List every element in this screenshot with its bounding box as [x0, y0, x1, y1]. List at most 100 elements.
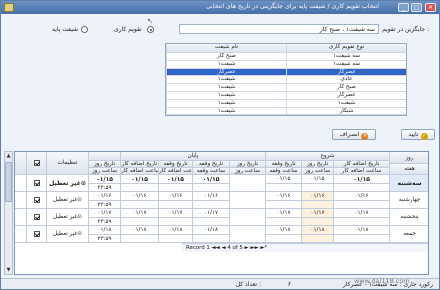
row-select-cell[interactable]: [27, 209, 47, 226]
end-time-cell[interactable]: [121, 201, 159, 209]
row-checkbox[interactable]: [33, 213, 40, 220]
end-value-cell[interactable]: ۰۱/۱۸: [121, 226, 159, 235]
base-shift-radio[interactable]: [81, 26, 88, 33]
maximize-button[interactable]: □: [411, 3, 422, 12]
end-time-cell[interactable]: [121, 184, 159, 192]
start-value-cell[interactable]: ۰۱/۱۷: [334, 209, 390, 218]
row-select-cell[interactable]: [27, 192, 47, 209]
start-time-cell[interactable]: [302, 201, 334, 209]
start-time-cell[interactable]: [302, 184, 334, 192]
record-navigator[interactable]: Record 1 ◄◄ ◄ 4 of 5 ► ►► ►*: [182, 243, 428, 252]
row-checkbox[interactable]: [33, 230, 40, 237]
grid-scrollbar[interactable]: ▲ ▼: [4, 151, 13, 275]
end-time-cell[interactable]: [121, 235, 159, 243]
minimize-button[interactable]: _: [398, 3, 409, 12]
start-time-cell[interactable]: [302, 235, 334, 243]
end-value-cell[interactable]: ۰۱/۱۵: [193, 175, 230, 184]
end-time-cell[interactable]: [159, 235, 193, 243]
day-name-cell[interactable]: پنجشنبه: [390, 209, 428, 226]
end-time-cell[interactable]: [159, 184, 193, 192]
end-time-cell[interactable]: [159, 218, 193, 226]
start-value-cell[interactable]: ۰۱/۱۷: [266, 209, 302, 218]
holiday-status-cell[interactable]: غیر تعطیل⊙: [47, 175, 89, 192]
end-time-cell[interactable]: [193, 184, 230, 192]
day-name-cell[interactable]: سه‌شنبه: [390, 175, 428, 192]
end-time-cell[interactable]: [193, 218, 230, 226]
shift-list-row[interactable]: شیفت۱ شیفت۱: [166, 99, 406, 108]
row-select-cell[interactable]: [27, 226, 47, 243]
start-time-cell[interactable]: [266, 235, 302, 243]
start-time-cell[interactable]: [266, 184, 302, 192]
start-value-cell[interactable]: ۰۱/۱۷: [302, 209, 334, 218]
start-time-cell[interactable]: [302, 218, 334, 226]
scroll-thumb[interactable]: [5, 162, 12, 202]
day-date-cell[interactable]: ۰۱/۱۶: [89, 192, 121, 201]
holiday-status-cell[interactable]: غیر تعطیل⊙: [47, 192, 89, 209]
end-value-cell[interactable]: ۰۱/۱۵: [121, 175, 159, 184]
end-value-cell[interactable]: ۰۱/۱۸: [159, 226, 193, 235]
day-time-cell[interactable]: ۲۳:۵۹: [89, 184, 121, 192]
end-day-cell[interactable]: [230, 209, 266, 226]
end-day-cell[interactable]: [230, 226, 266, 243]
end-value-cell[interactable]: ۰۱/۱۶: [193, 192, 230, 201]
shift-list-row[interactable]: شیفت۱ صبح کار: [166, 84, 406, 92]
shift-list-row[interactable]: شیفت۱ شبکار: [166, 107, 406, 116]
start-value-cell[interactable]: ۰۱/۱۵: [266, 175, 302, 184]
end-day-cell[interactable]: [230, 192, 266, 209]
close-button[interactable]: ✕: [425, 3, 436, 12]
end-value-cell[interactable]: ۰۱/۱۸: [193, 226, 230, 235]
shift-list-row[interactable]: صبح کار سه شیفت۱: [166, 53, 406, 61]
scroll-down-icon[interactable]: ▼: [5, 266, 12, 274]
shift-list-row[interactable]: شیفت۱ عصرکار: [166, 91, 406, 100]
day-name-cell[interactable]: چهارشنبه: [390, 192, 428, 209]
row-indicator[interactable]: [15, 209, 27, 226]
day-date-cell[interactable]: ۰۱/۱۸: [89, 226, 121, 235]
start-time-cell[interactable]: [334, 184, 390, 192]
day-time-cell[interactable]: ۲۳:۵۹: [89, 235, 121, 243]
start-value-cell[interactable]: ۰۱/۱۶: [302, 192, 334, 201]
end-value-cell[interactable]: ۰۱/۱۷: [193, 209, 230, 218]
start-value-cell[interactable]: ۰۱/۱۸: [334, 226, 390, 235]
start-time-cell[interactable]: [334, 218, 390, 226]
start-time-cell[interactable]: [334, 235, 390, 243]
row-indicator[interactable]: [15, 192, 27, 209]
start-value-cell[interactable]: ۰۱/۱۵: [334, 175, 390, 184]
dropdown-icon[interactable]: ⊙: [77, 214, 82, 220]
shift-list-row[interactable]: شیفت۱ سه شیفت۱: [166, 60, 406, 69]
start-value-cell[interactable]: ۰۱/۱۸: [302, 226, 334, 235]
replace-value-field[interactable]: سه شیفت۱ ، صبح کار: [179, 24, 379, 34]
day-name-cell[interactable]: جمعه: [390, 226, 428, 243]
row-indicator[interactable]: [15, 226, 27, 243]
end-value-cell[interactable]: ۰۱/۱۶: [159, 192, 193, 201]
shift-list-row[interactable]: عصرکار عصرکار: [166, 68, 406, 77]
shift-list-row[interactable]: شیفت۱ عادی: [166, 76, 406, 85]
start-time-cell[interactable]: [334, 201, 390, 209]
holiday-status-cell[interactable]: غیر تعطیل⊙: [47, 209, 89, 226]
day-time-cell[interactable]: ۲۳:۵۹: [89, 201, 121, 209]
scroll-up-icon[interactable]: ▲: [5, 152, 12, 160]
dropdown-icon[interactable]: ⊙: [77, 231, 82, 237]
day-time-cell[interactable]: ۲۳:۵۹: [89, 218, 121, 226]
end-time-cell[interactable]: [159, 201, 193, 209]
end-time-cell[interactable]: [193, 235, 230, 243]
end-day-cell[interactable]: [230, 175, 266, 192]
row-select-cell[interactable]: [27, 175, 47, 192]
end-value-cell[interactable]: ۰۱/۱۶: [121, 192, 159, 201]
holiday-status-cell[interactable]: غیر تعطیل⊙: [47, 226, 89, 243]
end-value-cell[interactable]: ۰۱/۱۷: [159, 209, 193, 218]
end-time-cell[interactable]: [121, 218, 159, 226]
start-value-cell[interactable]: ۰۱/۱۸: [266, 226, 302, 235]
end-value-cell[interactable]: ۰۱/۱۷: [121, 209, 159, 218]
cancel-button[interactable]: انصراف ✕: [332, 129, 376, 140]
start-time-cell[interactable]: [266, 218, 302, 226]
day-date-cell[interactable]: ۰۱/۱۵: [89, 175, 121, 184]
start-value-cell[interactable]: ۰۱/۱۶: [266, 192, 302, 201]
confirm-button[interactable]: تایید ✓: [401, 129, 435, 140]
start-time-cell[interactable]: [266, 201, 302, 209]
row-indicator[interactable]: [15, 175, 27, 192]
dropdown-icon[interactable]: ⊙: [77, 197, 82, 203]
end-value-cell[interactable]: ۰۱/۱۵: [159, 175, 193, 184]
row-checkbox[interactable]: [33, 196, 40, 203]
day-date-cell[interactable]: ۰۱/۱۷: [89, 209, 121, 218]
start-value-cell[interactable]: ۰۱/۱۶: [334, 192, 390, 201]
